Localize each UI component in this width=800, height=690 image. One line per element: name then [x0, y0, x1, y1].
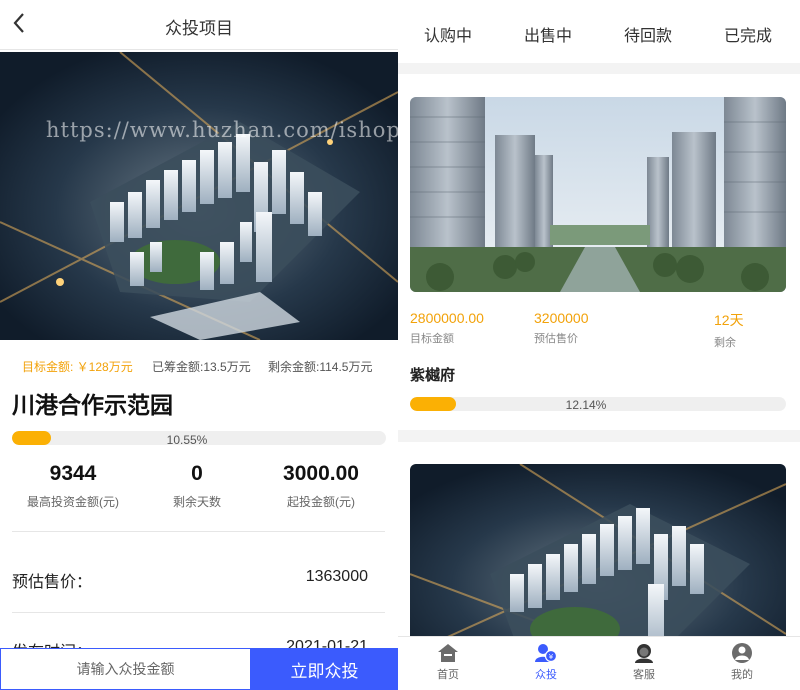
stat-label: 剩余天数 — [172, 495, 221, 509]
divider — [12, 531, 385, 532]
stat-min-investment: 3000.00 起投金额(元) — [256, 462, 386, 510]
header-bar: 众投项目 — [0, 0, 398, 50]
svg-text:¥: ¥ — [549, 653, 554, 661]
page-title: 众投项目 — [165, 19, 233, 38]
crowdfund-icon: ¥ — [535, 644, 557, 663]
amount-summary: 目标金额: ￥128万元 已筹金额:13.5万元 剩余金额:114.5万元 — [0, 358, 398, 376]
divider — [12, 612, 385, 613]
tabbar-crowdfund[interactable]: ¥ 众投 — [516, 643, 576, 682]
project-card[interactable]: 2800000.00 目标金额 3200000 预估售价 12天 剩余 紫樾府 … — [398, 74, 800, 430]
tabbar-label: 众投 — [535, 669, 557, 681]
metric-value: 2800000.00 — [410, 310, 484, 326]
metric-estimated-price: 3200000 预估售价 — [534, 310, 589, 346]
tabbar-customer-service[interactable]: 客服 — [614, 643, 674, 682]
tabbar-home[interactable]: 首页 — [418, 643, 478, 682]
aerial-city-illustration — [0, 52, 398, 340]
project-list-panel: 认购中 出售中 待回款 已完成 2800000.00 目标金额 3200000 … — [398, 0, 800, 690]
stats-row: 9344 最高投资金额(元) 0 剩余天数 3000.00 起投金额(元) — [0, 462, 398, 522]
tab-completed[interactable]: 已完成 — [698, 22, 798, 46]
project-card-image — [410, 97, 786, 292]
remaining-amount: 剩余金额:114.5万元 — [268, 360, 373, 374]
stat-value: 0 — [191, 462, 203, 485]
metric-target-amount: 2800000.00 目标金额 — [410, 310, 484, 346]
stat-max-investment: 9344 最高投资金额(元) — [8, 462, 138, 510]
stat-label: 起投金额(元) — [287, 495, 355, 509]
tabbar-label: 客服 — [633, 669, 655, 681]
customer-service-icon — [635, 644, 653, 663]
metric-value: 12天 — [714, 312, 744, 328]
stat-value: 9344 — [49, 462, 97, 485]
metric-days-left: 12天 剩余 — [714, 310, 744, 350]
stat-label: 最高投资金额(元) — [27, 495, 119, 509]
project-detail-panel: 众投项目 https://www.huzhan.com/ishop 目标金额: … — [0, 0, 398, 690]
progress-label: 10.55% — [166, 433, 208, 447]
raised-amount: 已筹金额:13.5万元 — [152, 360, 251, 374]
project-hero-image: https://www.huzhan.com/ishop19261 — [0, 52, 398, 340]
metric-label: 剩余 — [714, 337, 736, 349]
stat-value: 3000.00 — [283, 462, 359, 485]
invest-bar: 立即众投 — [0, 648, 398, 690]
bottom-tab-bar: 首页 ¥ 众投 客服 我的 — [398, 636, 800, 690]
project-card-title: 紫樾府 — [410, 367, 456, 384]
investment-amount-input[interactable] — [0, 648, 251, 690]
user-icon — [732, 643, 752, 663]
project-card-image — [410, 464, 786, 664]
stat-days-left: 0 剩余天数 — [132, 462, 262, 510]
tabbar-label: 首页 — [437, 669, 459, 681]
residential-towers-illustration — [410, 97, 786, 292]
tab-selling[interactable]: 出售中 — [498, 22, 598, 46]
watermark-text: https://www.huzhan.com/ishop19261 — [46, 118, 398, 142]
tab-subscribing[interactable]: 认购中 — [398, 22, 498, 46]
metric-value: 3200000 — [534, 310, 589, 326]
tabbar-label: 我的 — [731, 669, 753, 681]
info-value: 1363000 — [305, 568, 368, 585]
tabbar-profile[interactable]: 我的 — [712, 643, 772, 682]
info-key: 预估售价： — [12, 574, 93, 591]
project-card[interactable] — [398, 442, 800, 664]
project-name: 川港合作示范园 — [12, 392, 173, 418]
status-tabs: 认购中 出售中 待回款 已完成 — [398, 0, 800, 63]
home-icon — [438, 644, 458, 662]
aerial-city-illustration — [410, 464, 786, 664]
metric-label: 目标金额 — [410, 333, 454, 345]
tab-awaiting-payment[interactable]: 待回款 — [598, 22, 698, 46]
progress-label: 12.14% — [565, 398, 607, 412]
metric-label: 预估售价 — [534, 333, 578, 345]
invest-now-button[interactable]: 立即众投 — [251, 648, 398, 690]
target-amount: 目标金额: ￥128万元 — [22, 360, 133, 374]
